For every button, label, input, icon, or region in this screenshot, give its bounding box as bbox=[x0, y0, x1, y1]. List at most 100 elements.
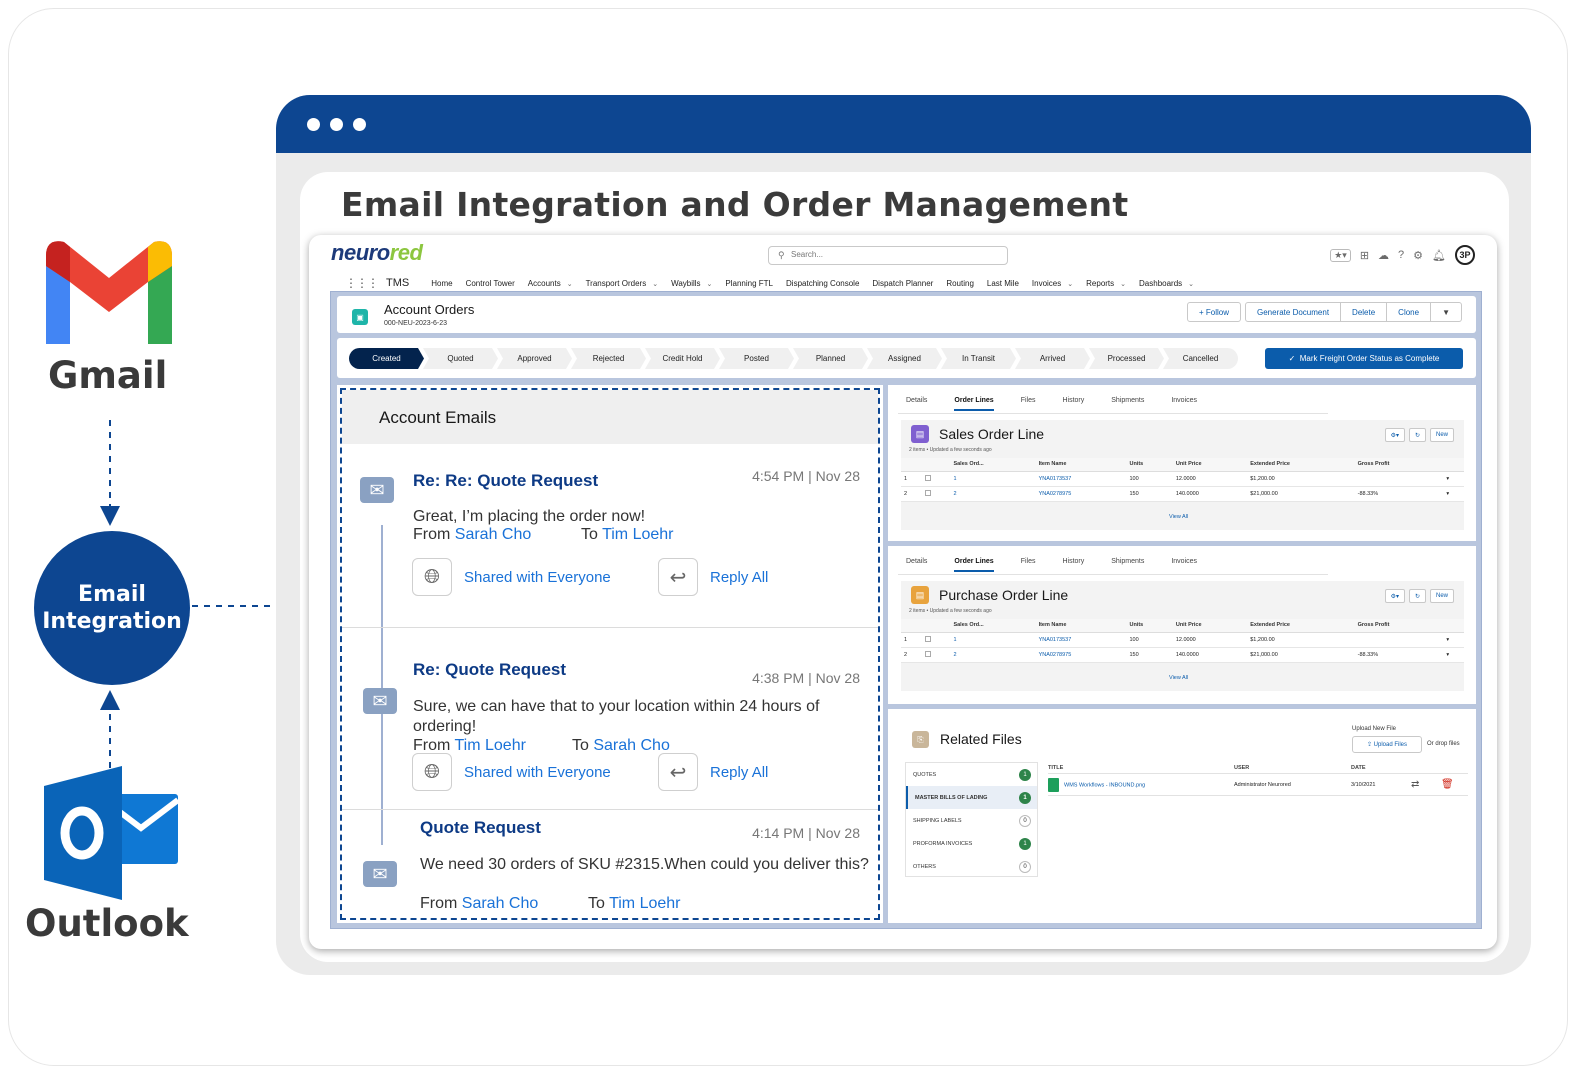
email-subject[interactable]: Re: Quote Request bbox=[413, 660, 566, 680]
more-actions-button[interactable]: ▼ bbox=[1431, 302, 1462, 322]
view-all-link[interactable]: View All bbox=[1169, 675, 1188, 681]
clone-button[interactable]: Clone bbox=[1387, 302, 1432, 322]
column-header[interactable]: Item Name bbox=[1035, 619, 1127, 633]
path-stage[interactable]: Processed bbox=[1089, 348, 1164, 369]
from-link[interactable]: Tim Loehr bbox=[454, 737, 525, 754]
path-stage[interactable]: In Transit bbox=[941, 348, 1016, 369]
path-stage[interactable]: Quoted bbox=[423, 348, 498, 369]
chevron-down-icon[interactable]: ⌄ bbox=[1067, 281, 1073, 288]
nav-item[interactable]: Accounts ⌄ bbox=[528, 279, 573, 288]
record-tab[interactable]: History bbox=[1062, 397, 1084, 411]
generate-document-button[interactable]: Generate Document bbox=[1245, 302, 1342, 322]
shared-with-everyone[interactable]: 🌐︎ Shared with Everyone bbox=[412, 558, 611, 596]
shared-with-everyone[interactable]: 🌐︎ Shared with Everyone bbox=[412, 753, 611, 791]
table-row[interactable]: 2 2 YNA0278975 150 140.0000 $21,000.00 -88.33%… bbox=[901, 647, 1464, 663]
chevron-down-icon[interactable]: ⌄ bbox=[1188, 281, 1194, 288]
path-stage[interactable]: Posted bbox=[719, 348, 794, 369]
column-header[interactable]: Unit Price bbox=[1172, 458, 1248, 472]
table-cell[interactable]: 2 bbox=[950, 486, 1036, 502]
table-row[interactable]: 2 2 YNA0278975 150 140.0000 $21,000.00 -88.33%… bbox=[901, 486, 1464, 502]
column-header[interactable]: Extended Price bbox=[1247, 619, 1355, 633]
nav-item[interactable]: Planning FTL bbox=[725, 279, 773, 288]
column-header[interactable]: Unit Price bbox=[1172, 619, 1248, 633]
new-button[interactable]: New bbox=[1429, 589, 1454, 603]
record-tab[interactable]: Shipments bbox=[1111, 397, 1144, 411]
nav-item[interactable]: Home bbox=[431, 279, 452, 288]
nav-item[interactable]: Dashboards ⌄ bbox=[1139, 279, 1194, 288]
path-stage[interactable]: Credit Hold bbox=[645, 348, 720, 369]
record-tab[interactable]: Shipments bbox=[1111, 558, 1144, 572]
table-cell[interactable]: 2 bbox=[950, 647, 1036, 663]
to-link[interactable]: Sarah Cho bbox=[593, 737, 670, 754]
chevron-down-icon[interactable]: ⌄ bbox=[707, 281, 713, 288]
column-header[interactable] bbox=[922, 458, 951, 472]
row-actions-icon[interactable]: ▾ bbox=[1443, 647, 1464, 663]
email-item[interactable]: ✉ Quote Request 4:14 PM | Nov 28 We need… bbox=[342, 810, 878, 920]
record-tab[interactable]: Details bbox=[906, 397, 927, 411]
file-category[interactable]: PROFORMA INVOICES 1 bbox=[906, 832, 1037, 855]
nav-item[interactable]: Invoices ⌄ bbox=[1032, 279, 1073, 288]
column-header[interactable] bbox=[901, 619, 923, 633]
file-category[interactable]: OTHERS 0 bbox=[906, 855, 1037, 878]
new-button[interactable]: New bbox=[1429, 428, 1454, 442]
column-header[interactable]: Item Name bbox=[1035, 458, 1127, 472]
row-actions-icon[interactable]: ▾ bbox=[1443, 471, 1464, 487]
chevron-down-icon[interactable]: ⌄ bbox=[567, 281, 573, 288]
column-header[interactable]: Sales Ord... bbox=[950, 458, 1036, 472]
email-subject[interactable]: Quote Request bbox=[420, 818, 541, 838]
help-icon[interactable]: ? bbox=[1398, 249, 1404, 261]
nav-item[interactable]: Control Tower bbox=[466, 279, 515, 288]
path-stage[interactable]: Assigned bbox=[867, 348, 942, 369]
delete-button[interactable]: Delete bbox=[1341, 302, 1388, 322]
trash-icon[interactable]: 🗑︎ bbox=[1441, 779, 1461, 790]
nav-item[interactable]: Waybills ⌄ bbox=[671, 279, 712, 288]
column-header[interactable] bbox=[901, 458, 923, 472]
add-icon[interactable]: ⊞ bbox=[1360, 249, 1369, 262]
column-header[interactable]: Units bbox=[1126, 458, 1173, 472]
reply-all-button[interactable]: ↩ Reply All bbox=[658, 753, 768, 791]
table-cell[interactable]: YNA0173537 bbox=[1035, 471, 1127, 487]
table-cell[interactable]: YNA0278975 bbox=[1035, 486, 1127, 502]
column-header[interactable]: Gross Profit bbox=[1354, 458, 1444, 472]
table-cell[interactable]: 1 bbox=[950, 471, 1036, 487]
follow-button[interactable]: + Follow bbox=[1186, 302, 1241, 322]
email-subject[interactable]: Re: Re: Quote Request bbox=[413, 471, 598, 491]
bell-icon[interactable]: 🔔︎ bbox=[1432, 249, 1446, 262]
email-item[interactable]: ✉ Re: Re: Quote Request 4:54 PM | Nov 28… bbox=[342, 447, 878, 627]
table-cell[interactable]: YNA0173537 bbox=[1035, 632, 1127, 648]
file-title-link[interactable]: WMS Workflows - INBOUND.png bbox=[1048, 777, 1234, 792]
refresh-icon[interactable]: ↻ bbox=[1408, 589, 1426, 603]
row-actions-icon[interactable]: ▾ bbox=[1443, 632, 1464, 648]
avatar[interactable]: 3P bbox=[1455, 245, 1475, 265]
email-item[interactable]: ✉ Re: Quote Request 4:38 PM | Nov 28 Sur… bbox=[342, 628, 878, 808]
from-link[interactable]: Sarah Cho bbox=[455, 526, 532, 543]
column-header[interactable]: Units bbox=[1126, 619, 1173, 633]
record-tab[interactable]: Files bbox=[1021, 558, 1036, 572]
record-tab[interactable]: Files bbox=[1021, 397, 1036, 411]
table-cell[interactable]: 1 bbox=[950, 632, 1036, 648]
row-checkbox[interactable] bbox=[922, 632, 951, 648]
record-tab[interactable]: Order Lines bbox=[954, 558, 994, 572]
global-search-input[interactable]: ⚲ Search... bbox=[768, 246, 1008, 265]
row-actions-icon[interactable]: ▾ bbox=[1443, 486, 1464, 502]
upload-files-button[interactable]: ⇪ Upload Files bbox=[1352, 736, 1422, 753]
to-link[interactable]: Tim Loehr bbox=[602, 526, 673, 543]
nav-item[interactable]: Routing bbox=[946, 279, 974, 288]
chevron-down-icon[interactable]: ⌄ bbox=[652, 281, 658, 288]
path-stage[interactable]: Planned bbox=[793, 348, 868, 369]
column-header[interactable]: Extended Price bbox=[1247, 458, 1355, 472]
row-checkbox[interactable] bbox=[922, 486, 951, 502]
column-header[interactable]: Gross Profit bbox=[1354, 619, 1444, 633]
file-category[interactable]: SHIPPING LABELS 0 bbox=[906, 809, 1037, 832]
from-link[interactable]: Sarah Cho bbox=[462, 895, 539, 912]
column-header[interactable]: Sales Ord... bbox=[950, 619, 1036, 633]
nav-item[interactable]: Dispatching Console bbox=[786, 279, 859, 288]
sync-icon[interactable]: ⇄ bbox=[1411, 779, 1441, 790]
table-row[interactable]: 1 1 YNA0173537 100 12.0000 $1,200.00 ▾ bbox=[901, 632, 1464, 648]
table-row[interactable]: 1 1 YNA0173537 100 12.0000 $1,200.00 ▾ bbox=[901, 471, 1464, 487]
refresh-icon[interactable]: ↻ bbox=[1408, 428, 1426, 442]
column-header[interactable] bbox=[1443, 619, 1464, 633]
record-tab[interactable]: Invoices bbox=[1171, 397, 1197, 411]
table-cell[interactable]: YNA0278975 bbox=[1035, 647, 1127, 663]
path-stage[interactable]: Created bbox=[349, 348, 424, 369]
